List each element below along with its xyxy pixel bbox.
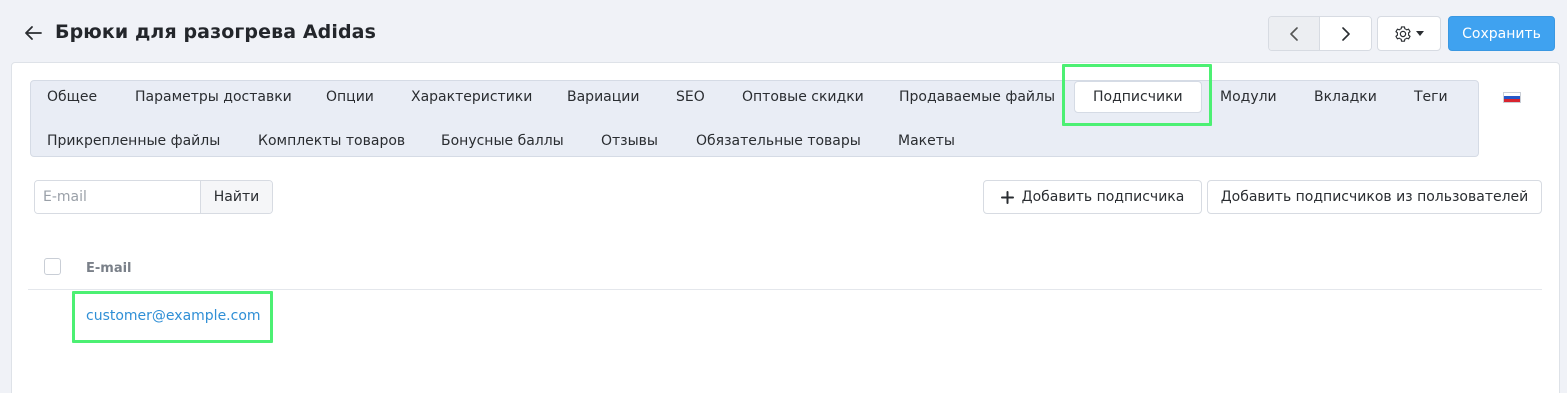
tab-sellable-files[interactable]: Продаваемые файлы [899, 89, 1055, 105]
add-subscriber-button[interactable]: Добавить подписчика [983, 180, 1202, 214]
page-header: Брюки для разогрева Adidas Сохранить [0, 0, 1567, 64]
tab-highlight-box [1062, 64, 1212, 126]
tab-bonus-points[interactable]: Бонусные баллы [441, 133, 564, 149]
caret-down-icon [1416, 30, 1424, 36]
save-button[interactable]: Сохранить [1448, 16, 1555, 51]
gear-icon [1395, 25, 1411, 42]
table-header-divider [28, 289, 1542, 290]
add-subscribers-from-users-button[interactable]: Добавить подписчиков из пользователей [1207, 180, 1542, 214]
flag-stripe-red [1504, 99, 1520, 102]
tab-variations[interactable]: Вариации [567, 89, 639, 105]
tab-options[interactable]: Опции [326, 89, 374, 105]
next-product-button[interactable] [1320, 17, 1371, 50]
tab-features[interactable]: Характеристики [411, 89, 532, 105]
email-highlight-box [72, 291, 273, 343]
tab-inner-tabs[interactable]: Вкладки [1314, 89, 1377, 105]
tab-shipping-params[interactable]: Параметры доставки [135, 89, 292, 105]
plus-icon [1000, 190, 1014, 204]
tab-seo[interactable]: SEO [676, 89, 705, 105]
email-column-header: E-mail [86, 261, 132, 276]
product-nav-group [1268, 16, 1372, 51]
tab-tags[interactable]: Теги [1414, 89, 1448, 105]
email-search-input[interactable] [35, 181, 200, 213]
page-title: Брюки для разогрева Adidas [55, 21, 376, 43]
back-button[interactable] [20, 20, 46, 46]
tab-layouts[interactable]: Макеты [898, 133, 955, 149]
language-flag-icon[interactable] [1503, 92, 1521, 103]
add-subscriber-label: Добавить подписчика [1021, 189, 1185, 205]
previous-product-button[interactable] [1269, 17, 1321, 50]
tab-attached-files[interactable]: Прикрепленные файлы [47, 133, 220, 149]
tab-required-products[interactable]: Обязательные товары [696, 133, 861, 149]
email-search-group: Найти [34, 180, 273, 214]
arrow-left-icon [25, 26, 42, 40]
tab-reviews[interactable]: Отзывы [601, 133, 658, 149]
search-button[interactable]: Найти [200, 181, 272, 213]
select-all-checkbox[interactable] [44, 258, 61, 275]
tab-product-bundles[interactable]: Комплекты товаров [258, 133, 405, 149]
settings-dropdown-button[interactable] [1377, 16, 1441, 51]
tab-modules[interactable]: Модули [1220, 89, 1277, 105]
chevron-left-icon [1290, 26, 1298, 41]
tab-general[interactable]: Общее [47, 89, 97, 105]
chevron-right-icon [1341, 26, 1350, 41]
tab-wholesale-discounts[interactable]: Оптовые скидки [742, 89, 864, 105]
